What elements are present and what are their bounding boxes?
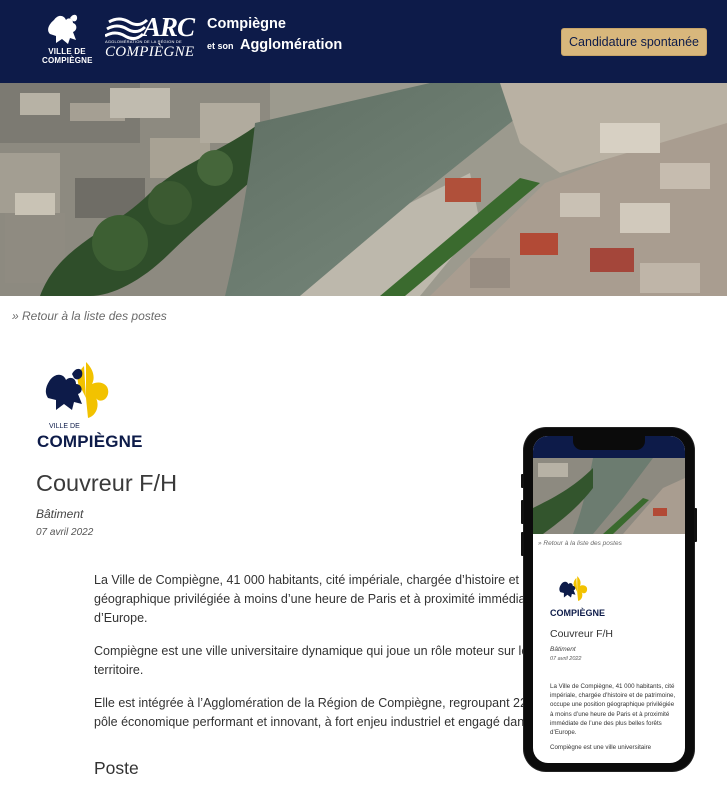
arc-logo-name: COMPIÈGNE (105, 44, 195, 60)
phone-button (521, 500, 524, 524)
text-line: Compiègne est une ville universitaire dy… (94, 644, 525, 658)
mobile-job-date: 07 avril 2022 (550, 656, 582, 662)
spontaneous-application-button[interactable]: Candidature spontanée (561, 28, 707, 56)
job-category: Bâtiment (36, 507, 84, 521)
hero-aerial-image (0, 83, 727, 296)
arc-logo[interactable]: ARC AGGLOMÉRATION DE LA RÉGION DE COMPIÈ… (103, 10, 195, 60)
text-line: territoire. (94, 663, 144, 677)
ville-logo-text: VILLE DE COMPIÈGNE (42, 47, 93, 65)
section-title-poste: Poste (94, 758, 139, 778)
job-logo-prefix: VILLE DE (49, 423, 80, 430)
phone-mockup: » Retour à la liste des postes COMPIÈGNE… (521, 428, 697, 771)
phone-notch (573, 436, 645, 450)
mobile-paragraph: Compiègne est une ville universitaire (550, 744, 652, 752)
phone-screen: » Retour à la liste des postes COMPIÈGNE… (533, 436, 685, 763)
lion-emblem-icon (48, 14, 78, 44)
brand-line-2: et son Agglomération (207, 36, 342, 54)
mobile-paragraph: La Ville de Compiègne, 41 000 habitants,… (550, 683, 676, 737)
lion-emblem-icon (559, 576, 588, 601)
text-line: d’Europe. (94, 611, 148, 625)
phone-button (694, 508, 697, 542)
phone-button (521, 532, 524, 556)
mobile-job-description: La Ville de Compiègne, 41 000 habitants,… (550, 682, 678, 758)
phone-button (521, 474, 524, 488)
text-line: pôle économique performant et innovant, … (94, 715, 525, 729)
mobile-hero-image (533, 458, 685, 534)
description-paragraph: Compiègne est une ville universitaire dy… (94, 642, 534, 680)
site-brand[interactable]: Compiègne et son Agglomération (207, 16, 342, 54)
mobile-job-logo (555, 569, 595, 613)
job-date: 07 avril 2022 (36, 527, 94, 538)
text-line: Elle est intégrée à l’Agglomération de l… (94, 696, 525, 710)
job-logo-name: COMPIÈGNE (37, 432, 143, 451)
job-description: La Ville de Compiègne, 41 000 habitants,… (94, 571, 534, 746)
mobile-job-title: Couvreur F/H (550, 628, 614, 640)
brand-line-1: Compiègne (207, 16, 286, 32)
mobile-back-link[interactable]: » Retour à la liste des postes (538, 540, 622, 547)
brand-small-text: et son (207, 41, 234, 51)
job-title: Couvreur F/H (36, 470, 178, 496)
brand-big-text: Agglomération (239, 37, 343, 53)
lion-emblem-icon (45, 362, 109, 418)
mobile-job-category: Bâtiment (550, 646, 576, 653)
site-header: VILLE DE COMPIÈGNE ARC AGGLOMÉRATION DE … (0, 0, 727, 83)
text-line: géographique privilégiée à moins d’une h… (94, 592, 525, 606)
text-line: La Ville de Compiègne, 41 000 habitants,… (94, 573, 525, 587)
mobile-logo-name: COMPIÈGNE (550, 608, 606, 618)
back-to-list-link[interactable]: » Retour à la liste des postes (12, 309, 167, 323)
description-paragraph: La Ville de Compiègne, 41 000 habitants,… (94, 571, 534, 628)
description-paragraph: Elle est intégrée à l’Agglomération de l… (94, 694, 534, 732)
